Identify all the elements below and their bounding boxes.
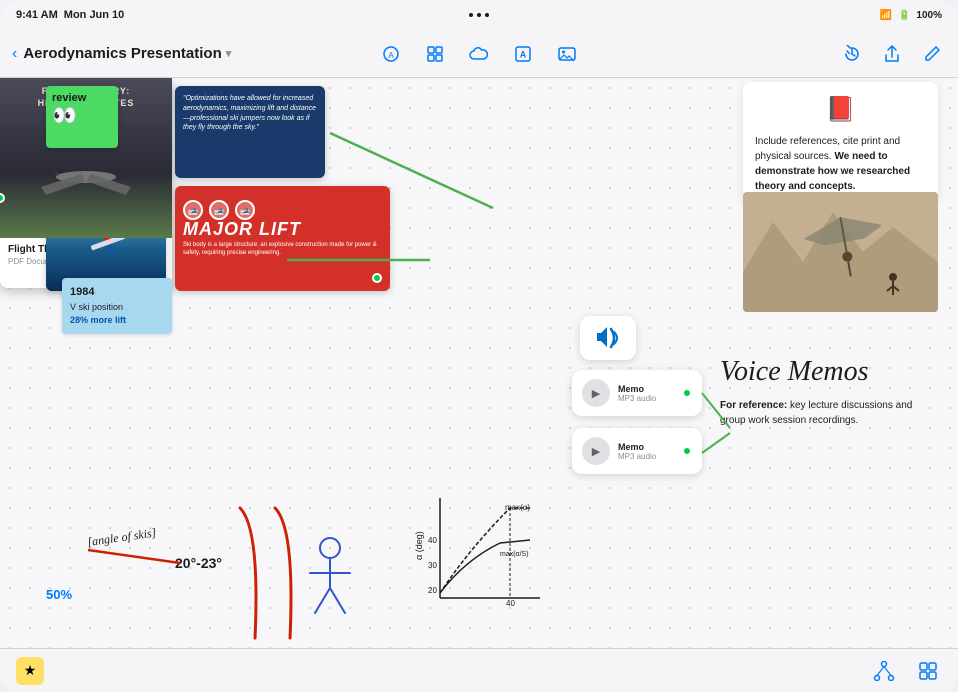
major-lift-title: MAJOR LIFT xyxy=(183,220,382,238)
battery-icon: 🔋 xyxy=(898,10,910,21)
green-dot-memo2 xyxy=(682,446,692,456)
speaker-icon xyxy=(593,325,623,351)
review-emoji: 👀 xyxy=(52,106,77,126)
audio-icon-card xyxy=(580,316,636,360)
svg-text:max(α/S): max(α/S) xyxy=(500,551,529,558)
pencil-tool-button[interactable]: A xyxy=(377,40,405,68)
image-tool-button[interactable] xyxy=(553,40,581,68)
svg-text:A: A xyxy=(520,49,527,59)
ski-position: V ski position xyxy=(70,301,164,315)
ipad-frame: 9:41 AM Mon Jun 10 📶 🔋 100% ‹ Aerodynami… xyxy=(0,0,958,692)
status-center xyxy=(469,13,489,17)
green-dot-major xyxy=(372,273,382,283)
circle-1: 🎿 xyxy=(183,200,203,220)
status-day: Mon Jun 10 xyxy=(64,9,125,21)
slide-quote-content: "Optimizations have allowed for increase… xyxy=(175,86,325,141)
memo-title-1: Memo xyxy=(618,384,674,394)
svg-text:40: 40 xyxy=(428,536,437,545)
review-note[interactable]: review 👀 xyxy=(46,86,118,148)
grid-view-button[interactable] xyxy=(421,40,449,68)
document-title[interactable]: Aerodynamics Presentation ▾ xyxy=(23,45,231,62)
cloud-button[interactable] xyxy=(465,40,493,68)
share-button[interactable] xyxy=(878,40,906,68)
lift-percentage: 28% more lift xyxy=(70,314,164,328)
document-title-text: Aerodynamics Presentation xyxy=(23,45,221,62)
voice-memos-bold: For reference: xyxy=(720,400,787,411)
status-time: 9:41 AM xyxy=(16,9,58,21)
memo-title-2: Memo xyxy=(618,442,674,452)
status-dot-2 xyxy=(477,13,481,17)
svg-text:30: 30 xyxy=(428,561,437,570)
back-button[interactable]: ‹ xyxy=(12,45,17,63)
battery-level: 100% xyxy=(916,10,942,21)
historical-photo-svg xyxy=(743,192,938,312)
voice-memos-title: Voice Memos xyxy=(720,356,869,388)
wifi-icon: 📶 xyxy=(880,10,892,21)
circle-3: 🎿 xyxy=(235,200,255,220)
hierarchy-button[interactable] xyxy=(870,657,898,685)
review-label: review xyxy=(52,92,86,104)
reference-text: Include references, cite print and physi… xyxy=(755,134,926,194)
zoom-percentage: 50% xyxy=(46,587,72,602)
major-lift-subtitle: Ski body is a large structure: an explos… xyxy=(183,242,382,258)
toolbar-right xyxy=(640,40,946,68)
memo-card-2[interactable]: ▶ Memo MP3 audio xyxy=(572,428,702,474)
svg-text:40: 40 xyxy=(506,599,515,608)
toolbar-center: A A xyxy=(326,40,632,68)
svg-text:20°-23°: 20°-23° xyxy=(175,555,222,571)
status-dot-1 xyxy=(469,13,473,17)
slide-major-content: 🎿 🎿 🎿 MAJOR LIFT Ski body is a large str… xyxy=(175,186,390,266)
status-bar: 9:41 AM Mon Jun 10 📶 🔋 100% xyxy=(0,0,958,30)
circle-2: 🎿 xyxy=(209,200,229,220)
circles-row: 🎿 🎿 🎿 xyxy=(183,200,382,220)
svg-text:A: A xyxy=(388,51,394,60)
graph-area: α (deg) 20 30 40 max(α) max(α/S) 40 xyxy=(410,488,550,618)
svg-text:20: 20 xyxy=(428,586,437,595)
graph-svg: α (deg) 20 30 40 max(α) max(α/S) 40 xyxy=(410,488,550,618)
star-button[interactable]: ★ xyxy=(16,657,44,685)
text-tool-button[interactable]: A xyxy=(509,40,537,68)
canvas-area[interactable]: review 👀 NS DYNAMICS N SKIS TANCE ARADOX… xyxy=(0,78,958,648)
reference-bold: We need to demonstrate how we researched… xyxy=(755,151,910,192)
year-note[interactable]: 1984 V ski position 28% more lift xyxy=(62,278,172,334)
title-chevron-icon: ▾ xyxy=(226,47,232,60)
historical-photo xyxy=(743,192,938,312)
status-right: 📶 🔋 100% xyxy=(880,10,942,21)
svg-text:α (deg): α (deg) xyxy=(414,531,424,560)
bottom-toolbar-right xyxy=(870,657,942,685)
edit-button[interactable] xyxy=(918,40,946,68)
memo-play-button-2[interactable]: ▶ xyxy=(582,437,610,465)
bottom-toolbar-left: ★ xyxy=(16,657,44,685)
toolbar: ‹ Aerodynamics Presentation ▾ A A xyxy=(0,30,958,78)
status-left: 9:41 AM Mon Jun 10 xyxy=(16,9,124,21)
toolbar-left: ‹ Aerodynamics Presentation ▾ xyxy=(12,45,318,63)
reference-note[interactable]: 📕 Include references, cite print and phy… xyxy=(743,82,938,204)
slide-major-lift[interactable]: 🎿 🎿 🎿 MAJOR LIFT Ski body is a large str… xyxy=(175,186,390,291)
voice-memos-description: For reference: key lecture discussions a… xyxy=(720,398,920,428)
grid-layout-button[interactable] xyxy=(914,657,942,685)
green-dot-memo1 xyxy=(682,388,692,398)
memo-info-2: Memo MP3 audio xyxy=(618,442,674,461)
memo-card-1[interactable]: ▶ Memo MP3 audio xyxy=(572,370,702,416)
status-dot-3 xyxy=(485,13,489,17)
book-icon: 📕 xyxy=(755,92,926,128)
history-button[interactable] xyxy=(838,40,866,68)
slide-quote[interactable]: "Optimizations have allowed for increase… xyxy=(175,86,325,178)
zoom-value: 50% xyxy=(46,587,72,602)
memo-info-1: Memo MP3 audio xyxy=(618,384,674,403)
memo-type-2: MP3 audio xyxy=(618,452,674,461)
year-label: 1984 xyxy=(70,284,164,301)
memo-play-button-1[interactable]: ▶ xyxy=(582,379,610,407)
memo-type-1: MP3 audio xyxy=(618,394,674,403)
bottom-toolbar: ★ xyxy=(0,648,958,692)
svg-text:[angle of skis]: [angle of skis] xyxy=(86,525,157,549)
quote-text: "Optimizations have allowed for increase… xyxy=(183,95,316,131)
